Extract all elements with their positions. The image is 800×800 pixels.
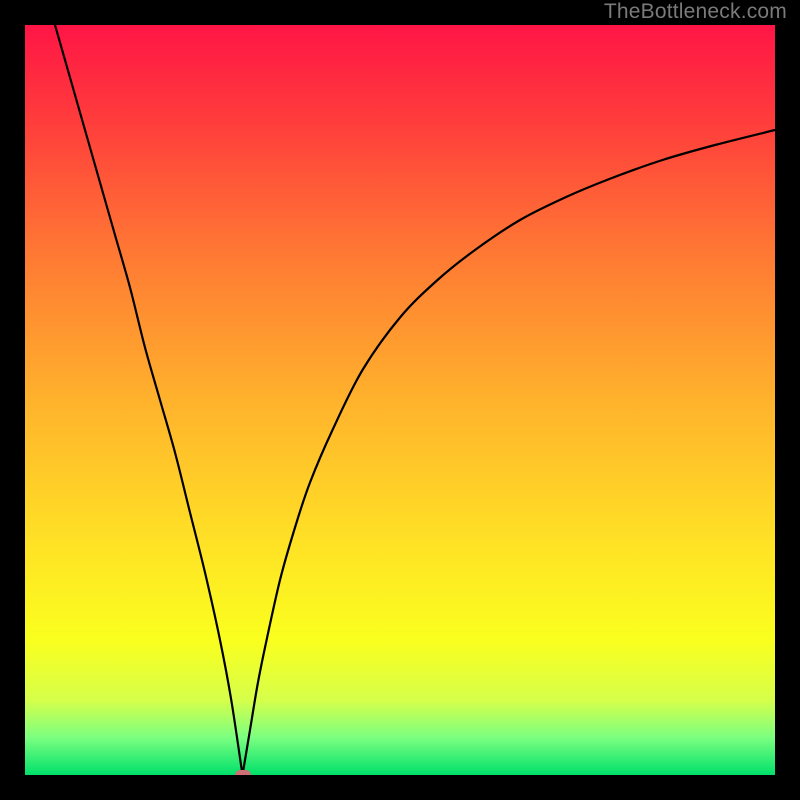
min-point-marker [235, 770, 251, 775]
bottleneck-curve [25, 25, 775, 775]
plot-area [25, 25, 775, 775]
watermark-text: TheBottleneck.com [604, 0, 787, 24]
chart-frame: TheBottleneck.com [0, 0, 800, 800]
